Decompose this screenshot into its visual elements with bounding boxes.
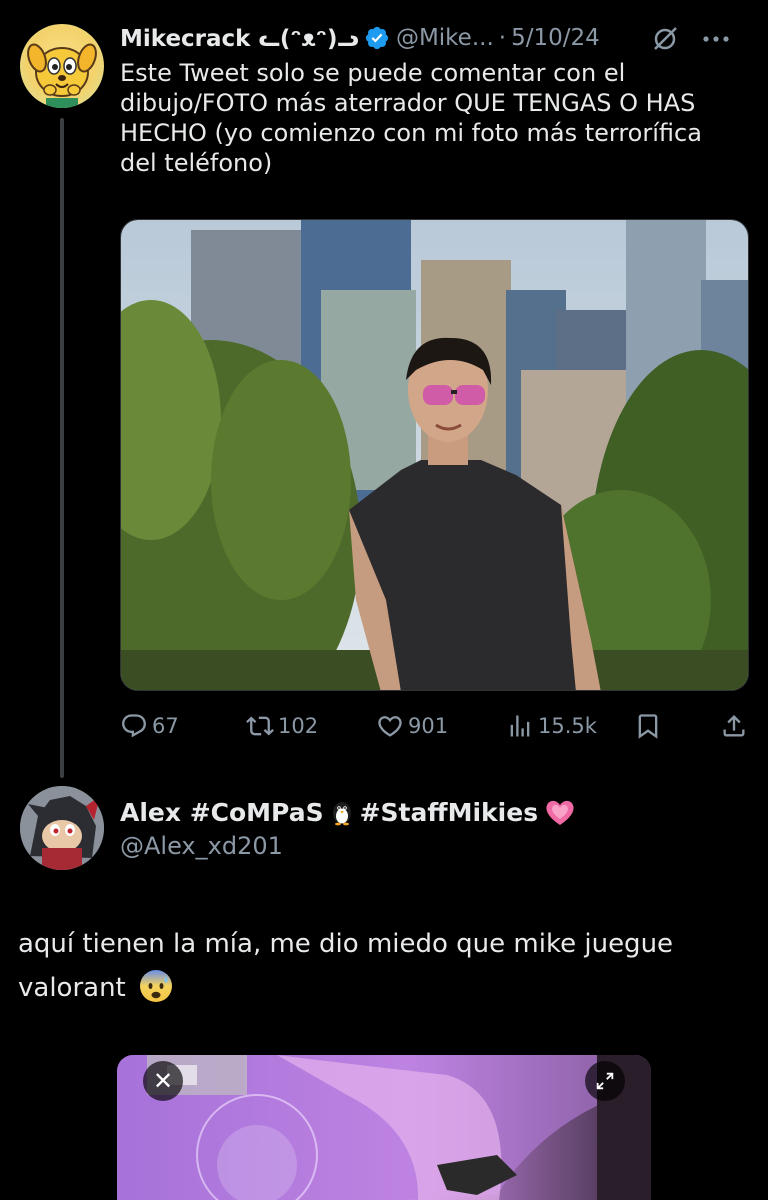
reply-text-body: aquí tienen la mía, me dio miedo que mik… (18, 929, 674, 1003)
photo-man-in-park-image (121, 220, 748, 690)
heart-icon (378, 716, 402, 737)
reply-icon (122, 714, 146, 738)
original-tweet[interactable]: Mikecrack ᓚ(ᵔᴥᵔ)ᓗ @Mike... · 5/10/24 Est (0, 0, 768, 778)
more-icon[interactable] (698, 24, 734, 54)
tweet-action-bar: 67 102 901 15.5k (120, 706, 750, 746)
hedgehog-avatar-icon (20, 786, 104, 870)
reply-count: 67 (152, 714, 179, 738)
retweet-button[interactable]: 102 (246, 706, 318, 746)
dog-avatar-icon (27, 43, 97, 108)
retweet-icon (246, 716, 274, 736)
retweet-count: 102 (278, 714, 319, 738)
tweet-photo[interactable] (120, 219, 749, 691)
growing-heart-emoji-icon (544, 797, 576, 827)
reply-author-handle[interactable]: @Alex_xd201 (120, 832, 283, 860)
reply-author-name-part2: #StaffMikies (359, 797, 539, 827)
reply-text: aquí tienen la mía, me dio miedo que mik… (18, 922, 748, 1010)
reply-media[interactable]: ✕ (117, 1055, 651, 1200)
views-button[interactable]: 15.5k (506, 706, 597, 746)
bookmark-icon (638, 714, 658, 739)
expand-media-button[interactable] (585, 1061, 625, 1101)
share-button[interactable] (720, 706, 752, 746)
tweet-text: Este Tweet solo se puede comentar con el… (120, 59, 702, 177)
valorant-screenshot-image (117, 1055, 651, 1200)
reply-author-name-part1: Alex #CoMPaS (120, 797, 324, 827)
like-button[interactable]: 901 (376, 706, 448, 746)
views-chart-icon (510, 715, 530, 737)
reply-author-name[interactable]: Alex #CoMPaS #StaffMikies (120, 792, 576, 832)
reply-button[interactable]: 67 (120, 706, 179, 746)
mikecrack-avatar[interactable] (20, 24, 104, 108)
anxious-face-emoji-icon (138, 968, 174, 1004)
views-count: 15.5k (538, 714, 597, 738)
penguin-emoji-icon (328, 798, 356, 826)
bookmark-button[interactable] (634, 706, 666, 746)
grok-icon[interactable] (650, 24, 680, 54)
alex-avatar[interactable] (20, 786, 104, 870)
close-media-button[interactable]: ✕ (143, 1061, 183, 1101)
like-count: 901 (408, 714, 449, 738)
header-icons (120, 20, 760, 60)
share-icon (723, 715, 745, 737)
thread-connector-line (60, 118, 64, 778)
expand-icon (596, 1072, 614, 1090)
